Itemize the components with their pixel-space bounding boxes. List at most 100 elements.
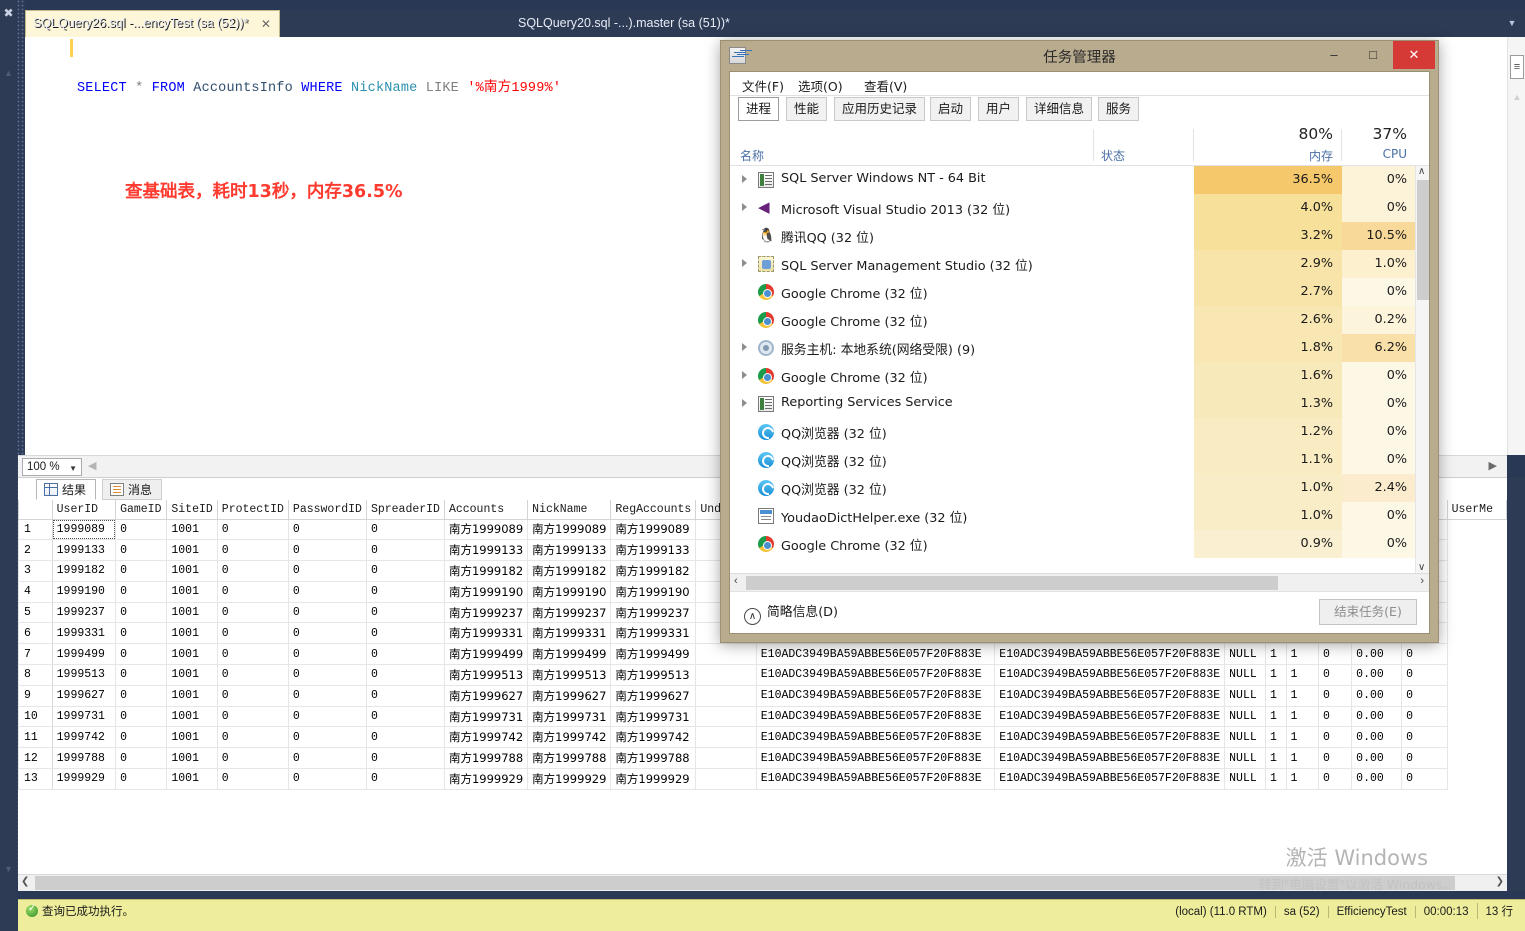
grid-cell-protectid[interactable]: 0 (216, 601, 289, 624)
grid-cell-hash[interactable]: E10ADC3949BA59ABBE56E057F20F883E (755, 684, 996, 707)
grid-cell-passwordid[interactable]: 0 (287, 705, 367, 728)
grid-cell-gameid[interactable]: 0 (115, 664, 168, 686)
grid-cell-hash[interactable]: E10ADC3949BA59ABBE56E057F20F883E (755, 726, 996, 749)
grid-cell-passwordid[interactable]: 0 (287, 768, 367, 790)
grid-cell-hash[interactable]: E10ADC3949BA59ABBE56E057F20F883E (994, 747, 1226, 770)
chevron-up-icon[interactable]: ▲ (1510, 92, 1524, 104)
grid-cell-one-b[interactable]: 1 (1285, 747, 1320, 770)
grid-cell-siteid[interactable]: 1001 (166, 622, 218, 645)
grid-cell-regaccounts[interactable]: 南方1999331 (610, 622, 697, 645)
grid-cell-zero[interactable]: 0 (1318, 664, 1353, 686)
grid-cell-spreaderid[interactable]: 0 (365, 580, 445, 603)
scroll-left-icon[interactable]: ❮ (21, 876, 29, 887)
grid-cell-hash[interactable]: E10ADC3949BA59ABBE56E057F20F883E (755, 643, 996, 666)
grid-cell-usermem[interactable]: 0 (1401, 643, 1448, 666)
grid-cell-gameid[interactable]: 0 (115, 518, 168, 541)
grid-cell-hash[interactable]: E10ADC3949BA59ABBE56E057F20F883E (755, 705, 996, 728)
grid-cell-spreaderid[interactable]: 0 (365, 518, 445, 541)
grid-cell-spreaderid[interactable]: 0 (365, 705, 445, 728)
grid-cell-passwordid[interactable]: 0 (287, 664, 367, 686)
grid-cell-nickname[interactable]: 南方1999499 (527, 643, 612, 666)
grid-cell-siteid[interactable]: 1001 (166, 664, 218, 686)
grid-cell-spreaderid[interactable]: 0 (365, 768, 445, 790)
grid-cell-accounts[interactable]: 南方1999089 (443, 518, 529, 541)
grid-cell-gameid[interactable]: 0 (115, 601, 168, 624)
grid-cell-siteid[interactable]: 1001 (166, 580, 218, 603)
grid-cell-protectid[interactable]: 0 (216, 580, 289, 603)
grid-column-header[interactable]: UserID (51, 500, 117, 520)
grid-cell-underw[interactable] (695, 726, 757, 749)
grid-cell-one-b[interactable]: 1 (1285, 664, 1320, 686)
editor-vertical-scrollbar[interactable]: ≡ ▲ (1507, 37, 1525, 455)
grid-column-header[interactable]: UserMe (1446, 500, 1507, 520)
chevron-up-icon[interactable]: ▲ (2, 66, 15, 80)
grid-cell-one-b[interactable]: 1 (1285, 705, 1320, 728)
results-vertical-scrollbar[interactable] (1508, 477, 1525, 891)
grid-cell-regaccounts[interactable]: 南方1999499 (610, 643, 697, 666)
grid-cell-null[interactable]: NULL (1224, 705, 1266, 728)
grid-cell-nickname[interactable]: 南方1999742 (527, 726, 612, 749)
tm-tab-6[interactable]: 服务 (1098, 97, 1140, 121)
maximize-button[interactable]: □ (1353, 41, 1393, 69)
task-manager-window[interactable]: 任务管理器 – □ ✕ 文件(F) 选项(O) 查看(V) 进程 性能 应用历史记录… (720, 40, 1439, 643)
expand-chevron-icon[interactable] (742, 399, 747, 407)
grid-cell-passwordid[interactable]: 0 (287, 518, 367, 541)
grid-cell-protectid[interactable]: 0 (216, 518, 289, 541)
grid-cell-protectid[interactable]: 0 (216, 684, 289, 707)
chevron-down-icon[interactable]: ▼ (2, 862, 15, 876)
end-task-button[interactable]: 结束任务(E) (1319, 599, 1417, 625)
grid-cell-accounts[interactable]: 南方1999742 (443, 726, 529, 749)
fewer-details-button[interactable]: ∧ 简略信息(D) (744, 601, 838, 625)
process-row[interactable]: SQL Server Management Studio (32 位) 2.9% 1… (730, 250, 1429, 278)
grid-cell-zero[interactable]: 0 (1318, 747, 1353, 770)
process-row[interactable]: Microsoft Visual Studio 2013 (32 位) 4.0% 0… (730, 194, 1429, 222)
grid-cell-accounts[interactable]: 南方1999929 (443, 768, 529, 790)
tab-messages[interactable]: 消息 (102, 479, 163, 500)
zoom-level-select[interactable]: 100 % ▼ (22, 458, 82, 476)
expand-chevron-icon[interactable] (742, 175, 747, 183)
grid-cell-nickname[interactable]: 南方1999331 (527, 622, 612, 645)
grid-cell-accounts[interactable]: 南方1999133 (443, 539, 529, 562)
grid-cell-gameid[interactable]: 0 (115, 643, 168, 666)
grid-cell-gameid[interactable]: 0 (115, 539, 168, 562)
grid-cell-spreaderid[interactable]: 0 (365, 622, 445, 645)
process-row[interactable]: Google Chrome (32 位) 2.7% 0% (730, 278, 1429, 306)
grid-cell-currency[interactable]: 0.00 (1351, 726, 1403, 749)
grid-cell-passwordid[interactable]: 0 (287, 747, 367, 770)
grid-cell-siteid[interactable]: 1001 (166, 601, 218, 624)
menu-view[interactable]: 查看(V) (860, 75, 911, 96)
grid-cell-passwordid[interactable]: 0 (287, 539, 367, 562)
grid-cell-userid[interactable]: 1999788 (51, 747, 117, 770)
grid-cell-userid[interactable]: 1999182 (51, 560, 117, 582)
grid-cell-regaccounts[interactable]: 南方1999133 (610, 539, 697, 562)
grid-cell-spreaderid[interactable]: 0 (365, 643, 445, 666)
grid-cell-regaccounts[interactable]: 南方1999089 (610, 518, 697, 541)
minimize-button[interactable]: – (1314, 41, 1354, 69)
grid-cell-regaccounts[interactable]: 南方1999929 (610, 768, 697, 790)
grid-column-header[interactable]: Accounts (443, 500, 529, 520)
grid-cell-nickname[interactable]: 南方1999788 (527, 747, 612, 770)
menu-file[interactable]: 文件(F) (738, 75, 788, 96)
grid-cell-null[interactable]: NULL (1224, 768, 1266, 790)
tm-tab-0[interactable]: 进程 (738, 97, 780, 121)
tab-sqlquery25[interactable]: SQLQuery25.sql -...encyTest (sa (51))* (25, 10, 256, 37)
grid-column-header[interactable]: PasswordID (287, 500, 367, 520)
grid-cell-passwordid[interactable]: 0 (287, 684, 367, 707)
process-row[interactable]: 腾讯QQ (32 位) 3.2% 10.5% (730, 222, 1429, 250)
grid-cell-userid[interactable]: 1999627 (51, 684, 117, 707)
grid-cell-hash[interactable]: E10ADC3949BA59ABBE56E057F20F883E (755, 747, 996, 770)
grid-cell-spreaderid[interactable]: 0 (365, 747, 445, 770)
grid-cell-one-a[interactable]: 1 (1264, 664, 1287, 686)
grid-cell-one-a[interactable]: 1 (1264, 705, 1287, 728)
process-list[interactable]: SQL Server Windows NT - 64 Bit36.5%0%Mic… (730, 166, 1429, 568)
grid-column-header[interactable]: NickName (527, 500, 612, 520)
grid-cell-one-a[interactable]: 1 (1264, 747, 1287, 770)
grid-column-header[interactable]: GameID (115, 500, 168, 520)
grid-cell-nickname[interactable]: 南方1999133 (527, 539, 612, 562)
grid-horizontal-scrollbar[interactable]: ❮ ❯ (18, 874, 1507, 891)
column-status-label[interactable]: 状态 (1101, 147, 1125, 164)
grid-cell-currency[interactable]: 0.00 (1351, 768, 1403, 790)
table-row[interactable]: 9 1999627 0 1001 0 0 0 南方1999627 南方1999627 南方1999… (18, 684, 1507, 707)
grid-cell-hash[interactable]: E10ADC3949BA59ABBE56E057F20F883E (994, 684, 1226, 707)
grid-cell-protectid[interactable]: 0 (216, 747, 289, 770)
